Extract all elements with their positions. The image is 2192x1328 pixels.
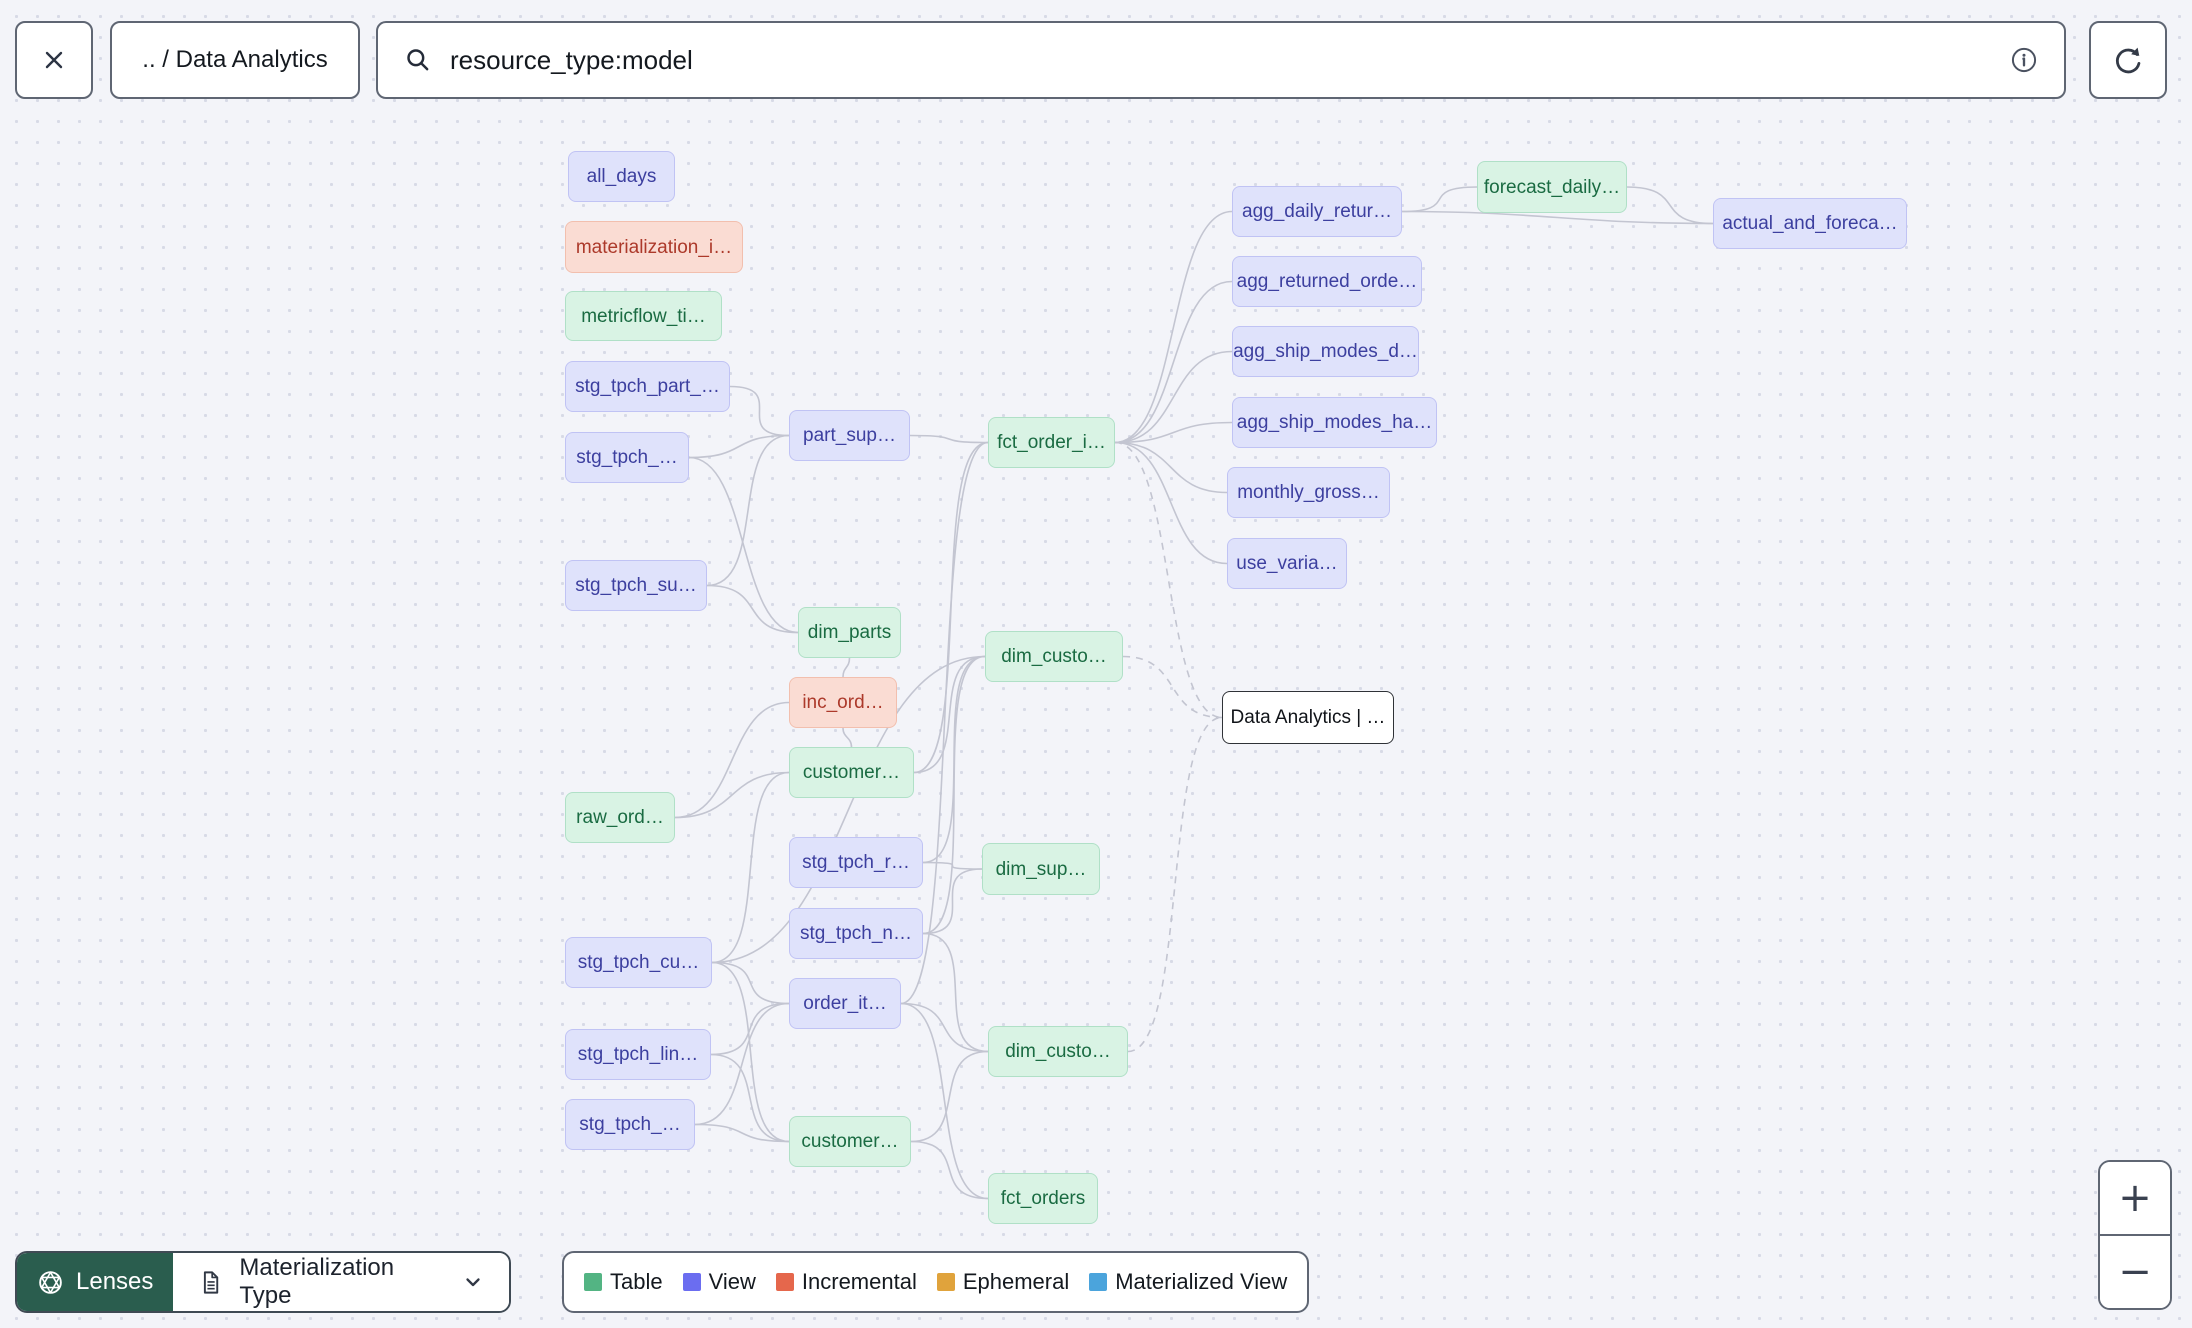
graph-node-agg_ship_modes_d[interactable]: agg_ship_modes_d… — [1232, 326, 1419, 377]
graph-node-agg_daily_retur[interactable]: agg_daily_retur… — [1232, 186, 1402, 237]
graph-nodes-layer: all_days materialization_i… metricflow_ti…… — [0, 0, 2192, 1328]
lenses-button[interactable]: Lenses — [17, 1253, 174, 1311]
legend-label: Table — [610, 1269, 663, 1294]
graph-node-dim_sup[interactable]: dim_sup… — [982, 843, 1100, 895]
graph-node-agg_returned_orde[interactable]: agg_returned_orde… — [1232, 256, 1422, 307]
graph-node-dim_parts[interactable]: dim_parts — [798, 607, 901, 658]
legend: Table View Incremental Ephemeral Materialize… — [562, 1251, 1310, 1313]
lineage-canvas[interactable]: all_days materialization_i… metricflow_ti…… — [0, 0, 2192, 1328]
legend-label: Incremental — [801, 1269, 917, 1294]
lenses-control: Lenses Materialization Type — [15, 1251, 512, 1313]
aperture-icon — [37, 1269, 64, 1296]
legend-swatch — [682, 1273, 701, 1291]
graph-node-inc_ord[interactable]: inc_ord… — [789, 677, 897, 728]
lens-selector-label: Materialization Type — [239, 1254, 395, 1309]
graph-node-metricflow_ti[interactable]: metricflow_ti… — [565, 291, 722, 341]
graph-node-stg_tpch_su[interactable]: stg_tpch_su… — [565, 560, 707, 611]
graph-node-actual_and_foreca[interactable]: actual_and_foreca… — [1713, 198, 1907, 249]
lineage-app: { "toolbar": { "breadcrumb": ".. / Data … — [0, 0, 2192, 1328]
graph-node-part_sup[interactable]: part_sup… — [789, 410, 910, 461]
graph-node-stg_tpch_cu[interactable]: stg_tpch_cu… — [565, 937, 712, 988]
legend-label: View — [708, 1269, 756, 1294]
graph-node-stg_tpch_a[interactable]: stg_tpch_… — [565, 432, 689, 483]
legend-item-table: Table — [584, 1269, 663, 1295]
graph-node-forecast_daily[interactable]: forecast_daily… — [1477, 161, 1627, 213]
search-input[interactable]: resource_type:model — [450, 45, 2010, 76]
legend-item-incremental: Incremental — [775, 1269, 917, 1295]
legend-label: Materialized View — [1115, 1269, 1288, 1294]
close-button[interactable] — [15, 21, 93, 99]
graph-node-stg_tpch_b[interactable]: stg_tpch_… — [565, 1099, 695, 1150]
graph-node-stg_tpch_n[interactable]: stg_tpch_n… — [789, 908, 923, 959]
graph-node-agg_ship_modes_ha[interactable]: agg_ship_modes_ha… — [1232, 397, 1437, 448]
info-icon[interactable] — [2010, 46, 2038, 74]
search-bar[interactable]: resource_type:model — [376, 21, 2066, 99]
legend-swatch — [584, 1273, 602, 1291]
breadcrumb[interactable]: .. / Data Analytics — [110, 21, 360, 99]
zoom-controls: + − — [2098, 1160, 2172, 1310]
lens-selector[interactable]: Materialization Type — [173, 1253, 510, 1311]
graph-node-monthly_gross[interactable]: monthly_gross… — [1227, 467, 1390, 518]
refresh-icon — [2111, 43, 2145, 77]
graph-node-customer_b[interactable]: customer… — [789, 1116, 911, 1167]
graph-node-stg_tpch_r[interactable]: stg_tpch_r… — [789, 837, 923, 888]
graph-node-exposure[interactable]: Data Analytics | … — [1222, 691, 1394, 744]
legend-swatch — [936, 1273, 955, 1291]
graph-node-fct_order_i[interactable]: fct_order_i… — [988, 417, 1115, 468]
graph-node-fct_orders[interactable]: fct_orders — [988, 1173, 1098, 1224]
graph-node-stg_tpch_part[interactable]: stg_tpch_part_… — [565, 361, 730, 412]
graph-node-stg_tpch_lin[interactable]: stg_tpch_lin… — [565, 1029, 711, 1080]
graph-node-materialization_i[interactable]: materialization_i… — [565, 221, 743, 273]
breadcrumb-label: .. / Data Analytics — [142, 46, 328, 73]
chevron-down-icon — [461, 1270, 485, 1294]
legend-swatch — [1089, 1273, 1108, 1291]
lenses-button-label: Lenses — [76, 1268, 154, 1295]
legend-item-materialized-view: Materialized View — [1089, 1269, 1287, 1295]
graph-node-dim_custo_a[interactable]: dim_custo… — [985, 631, 1123, 682]
zoom-out-button[interactable]: − — [2100, 1236, 2170, 1308]
zoom-in-button[interactable]: + — [2100, 1162, 2170, 1236]
legend-item-ephemeral: Ephemeral — [936, 1269, 1070, 1295]
graph-node-customer_a[interactable]: customer… — [789, 747, 914, 798]
graph-node-order_it[interactable]: order_it… — [789, 978, 901, 1029]
graph-node-use_varia[interactable]: use_varia… — [1227, 538, 1347, 589]
graph-node-all_days[interactable]: all_days — [568, 151, 675, 202]
graph-node-raw_ord[interactable]: raw_ord… — [565, 792, 675, 843]
refresh-button[interactable] — [2089, 21, 2167, 99]
graph-node-dim_custo_b[interactable]: dim_custo… — [988, 1026, 1128, 1077]
legend-label: Ephemeral — [962, 1269, 1070, 1294]
search-icon — [404, 46, 432, 74]
legend-item-view: View — [682, 1269, 756, 1295]
close-icon — [39, 45, 69, 75]
legend-swatch — [775, 1273, 794, 1291]
document-icon — [197, 1269, 224, 1296]
